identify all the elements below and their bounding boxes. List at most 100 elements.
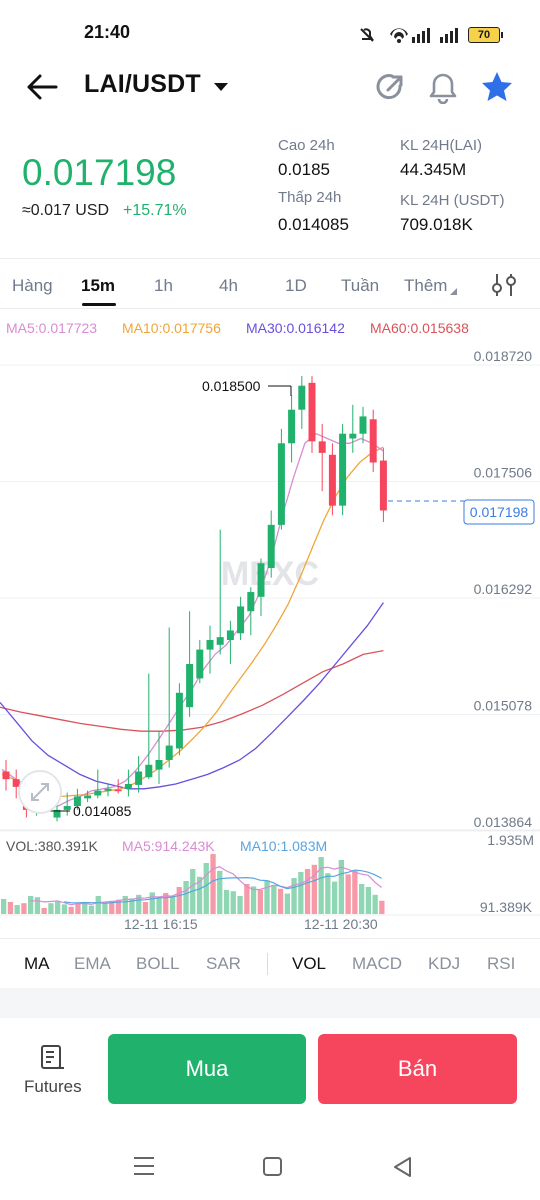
system-nav-bar: [134, 1157, 411, 1177]
vol-lai-value: 44.345M: [400, 160, 467, 179]
tab-week[interactable]: Tuần: [341, 276, 379, 296]
volume-bar: [14, 905, 20, 914]
indicator-separator: [267, 953, 268, 975]
volume-bar: [41, 908, 47, 914]
indicator-macd[interactable]: MACD: [352, 954, 402, 974]
futures-icon[interactable]: [40, 1044, 66, 1070]
indicator-boll[interactable]: BOLL: [136, 954, 179, 974]
candle-down: [369, 419, 377, 463]
pair-title[interactable]: LAI/USDT: [84, 70, 201, 99]
tab-4h[interactable]: 4h: [219, 276, 238, 296]
bell-icon[interactable]: [428, 72, 458, 104]
vol-lai-label: KL 24H(LAI): [400, 137, 482, 154]
volume-bar: [304, 869, 311, 914]
volume-bar: [217, 870, 223, 914]
back-nav-icon[interactable]: [394, 1157, 411, 1177]
section-spacer: [0, 988, 540, 1018]
candle-up: [339, 433, 347, 506]
vol-usdt-label: KL 24H (USDT): [400, 192, 505, 209]
volume-bar: [210, 854, 216, 914]
volume-bar: [149, 892, 155, 914]
candle-up: [84, 795, 92, 799]
candle-up: [196, 649, 204, 679]
tab-line[interactable]: Hàng: [12, 276, 53, 296]
tab-more[interactable]: Thêm: [404, 276, 447, 296]
high-24h-value: 0.0185: [278, 160, 330, 179]
vol-label: VOL:380.391K: [6, 838, 99, 854]
tab-1d[interactable]: 1D: [285, 276, 307, 296]
candle-down: [2, 771, 10, 780]
battery-indicator: 70: [468, 27, 503, 43]
ma10-legend: MA10:0.017756: [122, 320, 221, 336]
vol-ma5-label: MA5:914.243K: [122, 838, 215, 854]
indicator-ma[interactable]: MA: [24, 954, 50, 974]
candle-down: [114, 789, 122, 792]
recent-apps-icon[interactable]: [134, 1157, 154, 1175]
indicator-ema[interactable]: EMA: [74, 954, 111, 974]
volume-bar: [21, 903, 27, 914]
candle-up: [247, 592, 255, 612]
x-label-2: 12-11 20:30: [304, 916, 378, 932]
low-annotation: 0.014085: [73, 803, 132, 819]
volume-bar: [291, 878, 297, 914]
y-axis-label: 0.018720: [474, 348, 533, 364]
buy-button[interactable]: Mua: [108, 1034, 306, 1104]
indicator-rsi[interactable]: RSI: [487, 954, 515, 974]
signal-icons: [360, 28, 458, 43]
volume-bar: [142, 902, 149, 914]
candle-up: [267, 524, 275, 569]
chart-settings-icon[interactable]: [490, 272, 518, 298]
favorite-star-icon[interactable]: [480, 70, 514, 104]
candle-up: [145, 764, 153, 778]
volume-bar: [102, 903, 108, 914]
tab-15m[interactable]: 15m: [81, 276, 115, 296]
sell-button[interactable]: Bán: [318, 1034, 517, 1104]
high-annotation: 0.018500: [202, 378, 261, 394]
volume-bar: [48, 903, 54, 914]
ma10-line: [1, 446, 384, 798]
volume-bar: [250, 886, 257, 914]
candle-down: [318, 441, 326, 453]
volume-bar: [359, 884, 365, 914]
vol-max-label: 1.935M: [487, 832, 534, 848]
candle-up: [206, 640, 214, 650]
volume-bar: [230, 891, 236, 914]
ma5-legend: MA5:0.017723: [6, 320, 98, 336]
volume-bar: [237, 896, 243, 914]
candle-up: [104, 788, 112, 791]
vol-min-label: 91.389K: [480, 899, 533, 915]
indicator-sar[interactable]: SAR: [206, 954, 241, 974]
candle-up: [288, 409, 296, 444]
volume-bar: [379, 900, 385, 914]
volume-bar: [372, 894, 378, 914]
candle-down: [308, 382, 316, 442]
volume-bar: [264, 880, 270, 914]
indicator-kdj[interactable]: KDJ: [428, 954, 460, 974]
candle-up: [257, 563, 265, 597]
zoom-reset-icon[interactable]: [18, 770, 62, 814]
candle-up: [216, 637, 224, 645]
y-axis-label: 0.017506: [474, 465, 533, 481]
volume-bar: [332, 881, 338, 914]
futures-label[interactable]: Futures: [24, 1077, 82, 1097]
candlestick-chart[interactable]: MEXC 0.0187200.0175060.0162920.0150780.0…: [0, 340, 540, 940]
candle-up: [155, 759, 163, 770]
candle-up: [186, 664, 194, 708]
vol-usdt-value: 709.018K: [400, 215, 473, 234]
home-icon[interactable]: [263, 1157, 282, 1176]
volume-bar: [277, 888, 284, 914]
share-icon[interactable]: [374, 72, 406, 104]
volume-bar: [34, 897, 41, 914]
pair-dropdown-icon[interactable]: [213, 82, 229, 92]
back-arrow-icon[interactable]: [24, 72, 60, 102]
more-corner-icon: [450, 288, 457, 295]
candle-up: [124, 783, 132, 789]
tab-1h[interactable]: 1h: [154, 276, 173, 296]
volume-bar: [318, 857, 324, 914]
status-icons: 70: [356, 24, 536, 46]
high-24h-label: Cao 24h: [278, 137, 335, 154]
candle-up: [135, 771, 143, 785]
volume-bar: [365, 887, 371, 914]
indicator-vol[interactable]: VOL: [292, 954, 326, 974]
volume-bar: [298, 872, 304, 914]
